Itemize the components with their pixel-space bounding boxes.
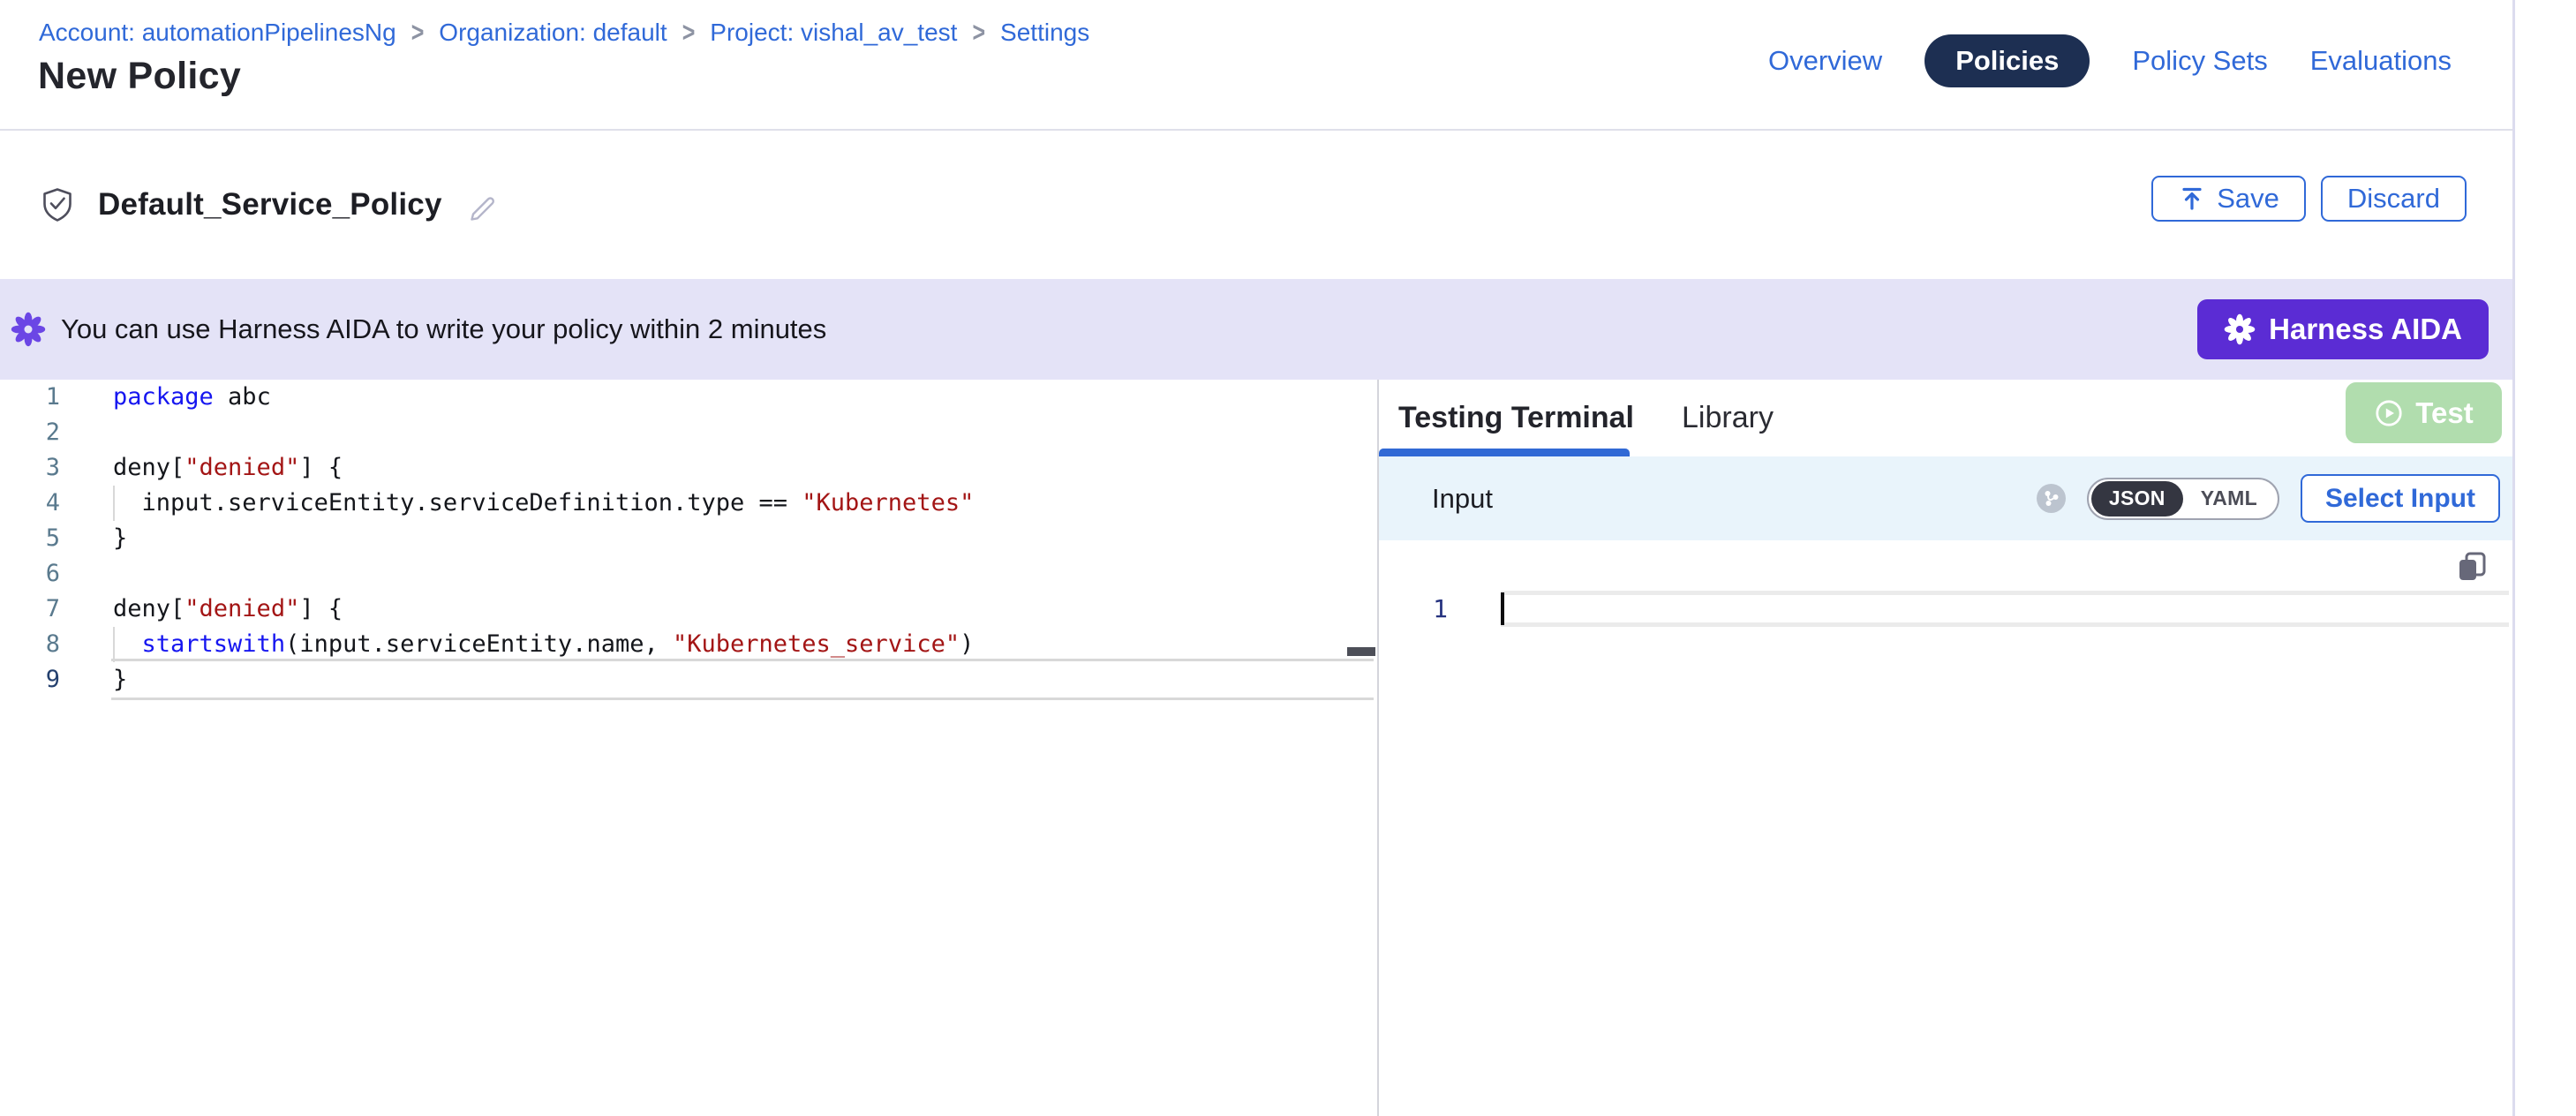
input-bar: Input JSONYAML Select Input (1379, 456, 2512, 540)
policy-code-editor[interactable]: 1package abc23deny["denied"] {4 input.se… (0, 380, 1379, 1116)
copy-icon[interactable] (2456, 551, 2488, 583)
edit-pencil-icon[interactable] (465, 188, 499, 222)
shield-check-icon (40, 186, 75, 223)
save-button[interactable]: Save (2151, 176, 2306, 222)
breadcrumb-item[interactable]: Organization: default (439, 19, 667, 47)
line-number: 4 (0, 486, 60, 521)
code-line[interactable]: 9} (0, 662, 1375, 698)
code-text: startswith(input.serviceEntity.name, "Ku… (113, 627, 974, 662)
code-text: } (113, 521, 127, 556)
input-label: Input (1432, 483, 1493, 515)
tab-library[interactable]: Library (1682, 401, 1774, 435)
top-tabs: Overview Policies Policy Sets Evaluations (1768, 34, 2452, 88)
breadcrumb-separator-icon: > (411, 17, 425, 49)
terminal-tabs-list: Testing Terminal Library (1398, 401, 1821, 435)
line-number: 7 (0, 592, 60, 627)
save-label: Save (2217, 183, 2279, 215)
input-current-line[interactable] (1501, 591, 2509, 627)
code-text: deny["denied"] { (113, 592, 343, 627)
prettify-icon[interactable] (2037, 484, 2066, 513)
toggle-option-json[interactable]: JSON (2091, 481, 2183, 517)
input-line-number: 1 (1414, 591, 1448, 627)
aida-banner: You can use Harness AIDA to write your p… (0, 279, 2512, 380)
test-button[interactable]: Test (2346, 382, 2502, 443)
top-header: Account: automationPipelinesNg > Organizat… (0, 0, 2512, 131)
overview-ruler-cursor-mark (1347, 647, 1375, 656)
input-bar-controls: JSONYAML Select Input (2037, 474, 2500, 523)
toolbar: Default_Service_Policy (0, 131, 2512, 279)
tab-overview[interactable]: Overview (1768, 45, 1882, 77)
line-number: 9 (0, 662, 60, 698)
testing-terminal-pane: Testing Terminal Library Test Input (1379, 380, 2512, 1116)
policy-name-group: Default_Service_Policy (40, 131, 499, 279)
page-title: New Policy (38, 55, 241, 98)
tab-policies[interactable]: Policies (1924, 34, 2090, 87)
tab-testing-terminal[interactable]: Testing Terminal (1398, 401, 1634, 435)
aida-flower-icon (11, 312, 46, 347)
code-line[interactable]: 5} (0, 521, 1375, 556)
code-line[interactable]: 3 deny["denied"] { (0, 450, 1375, 486)
code-line[interactable]: 6 (0, 556, 1375, 592)
breadcrumb: Account: automationPipelinesNg > Organizat… (39, 19, 1089, 47)
upload-icon (2178, 185, 2206, 213)
aida-button-flower-icon (2224, 313, 2256, 345)
code-line[interactable]: 1 package abc (0, 380, 1375, 415)
aida-banner-message: You can use Harness AIDA to write your p… (61, 313, 826, 345)
main: 1package abc23deny["denied"] {4 input.se… (0, 380, 2512, 1116)
content: Account: automationPipelinesNg > Organizat… (0, 0, 2515, 1116)
harness-aida-button[interactable]: Harness AIDA (2197, 299, 2489, 359)
select-input-button[interactable]: Select Input (2301, 474, 2500, 523)
code-line[interactable]: 7 deny["denied"] { (0, 592, 1375, 627)
policy-name: Default_Service_Policy (98, 187, 442, 222)
code-text: } (113, 662, 127, 698)
play-icon (2374, 398, 2404, 428)
toggle-option-yaml[interactable]: YAML (2183, 481, 2275, 517)
code-line[interactable]: 4 input.serviceEntity.serviceDefinition.… (0, 486, 1375, 521)
line-number: 3 (0, 450, 60, 486)
line-number: 5 (0, 521, 60, 556)
text-cursor (1501, 592, 1504, 625)
line-number: 6 (0, 556, 60, 592)
breadcrumb-item[interactable]: Account: automationPipelinesNg (39, 19, 396, 47)
code-text: package abc (113, 380, 271, 415)
aida-button-label: Harness AIDA (2269, 313, 2462, 346)
line-number: 8 (0, 627, 60, 662)
test-button-label: Test (2415, 396, 2473, 430)
breadcrumb-item[interactable]: Project: vishal_av_test (710, 19, 957, 47)
code-lines[interactable]: 1package abc23deny["denied"] {4 input.se… (0, 380, 1375, 698)
json-yaml-toggle[interactable]: JSONYAML (2087, 478, 2279, 520)
breadcrumb-separator-icon: > (682, 17, 696, 49)
tab-policy-sets[interactable]: Policy Sets (2132, 45, 2267, 77)
active-tab-underline (1379, 449, 1630, 456)
page: Account: automationPipelinesNg > Organizat… (0, 0, 2576, 1116)
line-number: 2 (0, 415, 60, 450)
input-editor[interactable]: 1 (1379, 540, 2512, 1116)
action-buttons: Save Discard (2151, 176, 2467, 222)
terminal-tabs: Testing Terminal Library Test (1379, 380, 2512, 456)
code-line[interactable]: 8 startswith(input.serviceEntity.name, "… (0, 627, 1375, 662)
code-text: input.serviceEntity.serviceDefinition.ty… (113, 486, 974, 521)
discard-button[interactable]: Discard (2321, 176, 2467, 222)
code-text: deny["denied"] { (113, 450, 343, 486)
discard-label: Discard (2347, 183, 2440, 215)
line-number: 1 (0, 380, 60, 415)
breadcrumb-separator-icon: > (972, 17, 985, 49)
breadcrumb-item[interactable]: Settings (1000, 19, 1089, 47)
tab-evaluations[interactable]: Evaluations (2310, 45, 2452, 77)
code-line[interactable]: 2 (0, 415, 1375, 450)
